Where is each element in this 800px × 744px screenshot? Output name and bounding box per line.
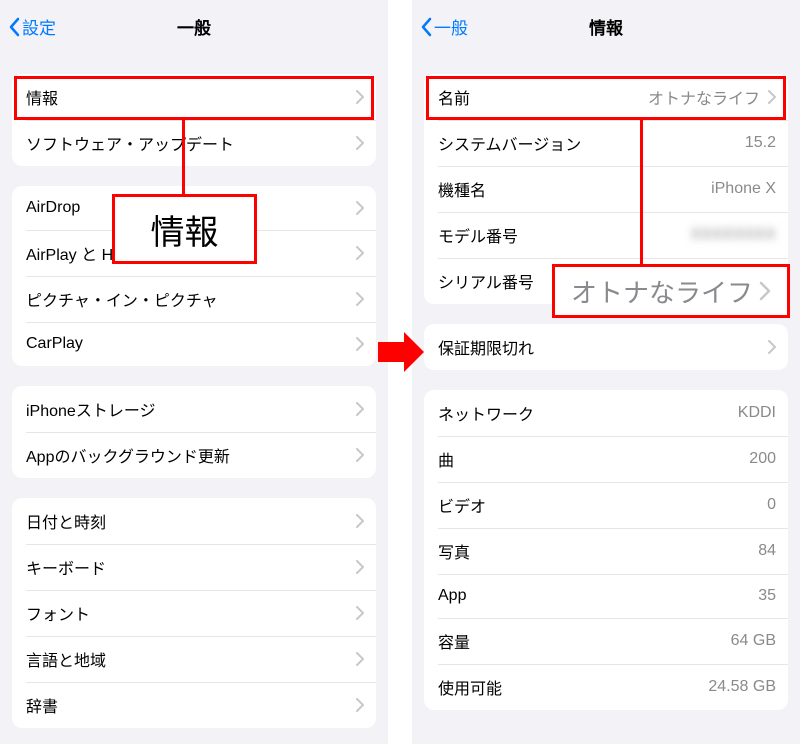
chevron-left-icon [420,17,432,37]
row-fonts[interactable]: フォント [12,590,376,636]
row-apps[interactable]: App 35 [424,574,788,618]
row-label: 日付と時刻 [26,509,106,533]
row-photos[interactable]: 写真 84 [424,528,788,574]
chevron-right-icon [356,698,364,712]
row-label: シリアル番号 [438,269,534,293]
row-background-refresh[interactable]: Appのバックグラウンド更新 [12,432,376,478]
group-about: 情報 ソフトウェア・アップデート [12,74,376,166]
row-available[interactable]: 使用可能 24.58 GB [424,664,788,710]
row-value: 0 [486,496,776,514]
chevron-right-icon [356,402,364,416]
row-value-blurred: XXXXXXXX [518,226,776,244]
row-value: 15.2 [581,134,776,152]
row-label: iPhoneストレージ [26,397,156,421]
row-label: 名前 [438,85,470,109]
back-button[interactable]: 一般 [420,0,468,53]
row-software-update[interactable]: ソフトウェア・アップデート [12,120,376,166]
chevron-right-icon [356,448,364,462]
row-value: KDDI [534,404,776,422]
row-label: システムバージョン [438,131,581,155]
row-value: オトナなライフ [470,85,760,109]
row-pip[interactable]: ピクチャ・イン・ピクチャ [12,276,376,322]
row-videos[interactable]: ビデオ 0 [424,482,788,528]
chevron-right-icon [768,340,776,354]
chevron-left-icon [8,17,20,37]
chevron-right-icon [356,201,364,215]
screen-about: 一般 情報 名前 オトナなライフ システムバージョン 15.2 機種名 iPho… [412,0,800,744]
chevron-right-icon [356,652,364,666]
row-label: 機種名 [438,177,486,201]
navbar: 設定 一般 [0,0,388,54]
back-label: 一般 [434,14,468,39]
row-value: 24.58 GB [502,678,776,696]
chevron-right-icon [356,606,364,620]
row-label: キーボード [26,555,106,579]
chevron-right-icon [356,514,364,528]
row-label: CarPlay [26,335,83,353]
chevron-right-icon [356,90,364,104]
row-label: Appのバックグラウンド更新 [26,443,230,467]
row-name[interactable]: 名前 オトナなライフ [424,74,788,120]
navbar: 一般 情報 [412,0,800,54]
row-label: ピクチャ・イン・ピクチャ [26,287,218,311]
chevron-right-icon [768,90,776,104]
row-system-version[interactable]: システムバージョン 15.2 [424,120,788,166]
row-language-region[interactable]: 言語と地域 [12,636,376,682]
row-songs[interactable]: 曲 200 [424,436,788,482]
group-storage: iPhoneストレージ Appのバックグラウンド更新 [12,386,376,478]
chevron-right-icon [356,136,364,150]
row-value: 35 [466,587,776,605]
nav-title: 情報 [589,14,623,39]
arrow-right-icon [374,326,426,378]
chevron-right-icon [356,337,364,351]
row-label: ビデオ [438,493,486,517]
row-label: 保証期限切れ [438,335,534,359]
chevron-right-icon [356,560,364,574]
row-model-name[interactable]: 機種名 iPhone X [424,166,788,212]
screen-general: 設定 一般 情報 ソフトウェア・アップデート AirDrop AirPlay と… [0,0,388,744]
back-label: 設定 [22,14,56,39]
group-warranty: 保証期限切れ [424,324,788,370]
row-about[interactable]: 情報 [12,74,376,120]
row-value: iPhone X [486,180,776,198]
group-storage-info: ネットワーク KDDI 曲 200 ビデオ 0 写真 84 App 35 容量 … [424,390,788,710]
annotation-callout-name: オトナなライフ [552,264,790,318]
row-capacity[interactable]: 容量 64 GB [424,618,788,664]
annotation-callout-label: 情報 [151,205,219,254]
row-label: フォント [26,601,90,625]
row-keyboard[interactable]: キーボード [12,544,376,590]
row-date-time[interactable]: 日付と時刻 [12,498,376,544]
row-label: 使用可能 [438,675,502,699]
nav-title: 一般 [177,14,211,39]
row-dictionary[interactable]: 辞書 [12,682,376,728]
row-label: 容量 [438,629,470,653]
row-model-number[interactable]: モデル番号 XXXXXXXX [424,212,788,258]
row-label: ネットワーク [438,401,534,425]
annotation-callout-label: オトナなライフ [571,273,771,310]
row-carplay[interactable]: CarPlay [12,322,376,366]
row-warranty-expired[interactable]: 保証期限切れ [424,324,788,370]
annotation-callout-about: 情報 [112,194,257,264]
row-label: モデル番号 [438,223,518,247]
group-locale: 日付と時刻 キーボード フォント 言語と地域 辞書 [12,498,376,728]
row-label: AirDrop [26,199,80,217]
row-value: 200 [454,450,776,468]
row-label: 曲 [438,447,454,471]
row-label: 辞書 [26,693,58,717]
chevron-right-icon [356,292,364,306]
row-label: ソフトウェア・アップデート [26,131,234,155]
chevron-right-icon [759,281,771,301]
chevron-right-icon [356,246,364,260]
row-iphone-storage[interactable]: iPhoneストレージ [12,386,376,432]
row-label: App [438,587,466,605]
row-value: 64 GB [470,632,776,650]
row-value: 84 [470,542,776,560]
back-button[interactable]: 設定 [8,0,56,53]
row-label: 写真 [438,539,470,563]
row-label: 言語と地域 [26,647,106,671]
row-network[interactable]: ネットワーク KDDI [424,390,788,436]
row-label: 情報 [26,85,58,109]
